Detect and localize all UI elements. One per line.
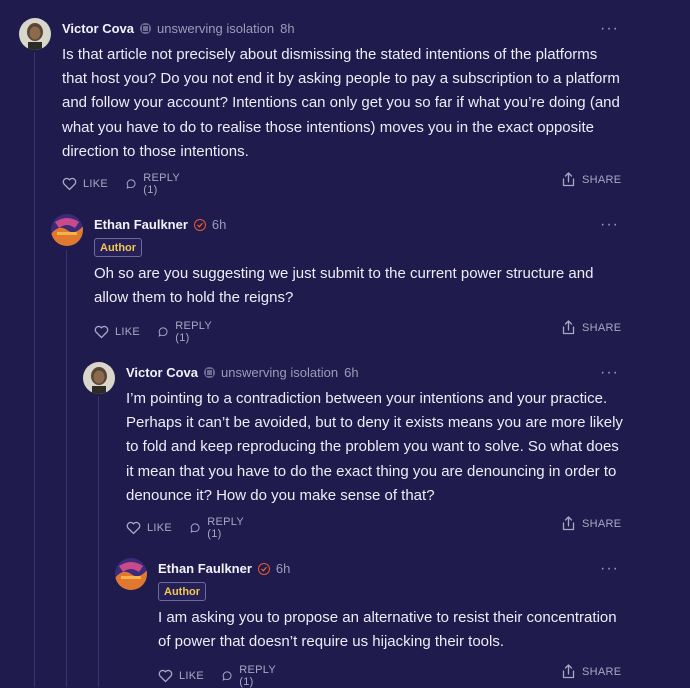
heart-icon [94, 325, 109, 339]
comment-bubble-icon [126, 179, 136, 189]
verified-icon [257, 562, 270, 575]
thread-line [98, 396, 99, 687]
heart-icon [126, 521, 141, 535]
more-dots-icon[interactable]: ··· [600, 365, 619, 381]
like-button[interactable]: LIKE [62, 177, 108, 191]
share-icon [562, 172, 575, 187]
like-label: LIKE [179, 670, 205, 682]
avatar[interactable] [83, 362, 115, 394]
more-dots-icon[interactable]: ··· [600, 217, 619, 233]
share-icon [562, 516, 575, 531]
avatar[interactable] [51, 214, 83, 246]
reply-button[interactable]: REPLY (1) [158, 320, 216, 344]
share-label: SHARE [582, 665, 622, 678]
commenter-handle[interactable]: unswerving isolation [157, 21, 274, 36]
like-button[interactable]: LIKE [126, 521, 172, 535]
like-button[interactable]: LIKE [158, 669, 204, 683]
share-button[interactable]: SHARE [562, 320, 621, 335]
thread-line [34, 52, 35, 687]
share-icon [562, 320, 575, 335]
reply-button[interactable]: REPLY (1) [190, 516, 248, 540]
avatar[interactable] [19, 18, 51, 50]
comment-text: Oh so are you suggesting we just submit … [94, 265, 594, 307]
comment-text: I am asking you to propose an alternativ… [158, 609, 617, 651]
comment-bubble-icon [158, 327, 168, 337]
reply-button[interactable]: REPLY (1) [126, 172, 184, 196]
reply-label: REPLY (1) [175, 320, 212, 344]
thread-line [66, 250, 67, 687]
heart-icon [158, 669, 173, 683]
comment-bubble-icon [190, 523, 200, 533]
author-badge: Author [94, 238, 143, 257]
like-label: LIKE [83, 178, 109, 190]
like-button[interactable]: LIKE [94, 325, 140, 339]
share-button[interactable]: SHARE [562, 516, 621, 531]
share-label: SHARE [582, 321, 622, 334]
like-label: LIKE [147, 522, 173, 534]
share-label: SHARE [582, 173, 622, 186]
avatar[interactable] [115, 558, 147, 590]
share-button[interactable]: SHARE [562, 664, 621, 679]
verified-icon [193, 218, 206, 231]
reply-button[interactable]: REPLY (1) [222, 664, 280, 688]
share-label: SHARE [582, 517, 622, 530]
comment-time[interactable]: 8h [280, 21, 294, 36]
comment-time[interactable]: 6h [276, 561, 290, 576]
comment-bubble-icon [222, 671, 232, 681]
share-icon [562, 664, 575, 679]
more-dots-icon[interactable]: ··· [600, 21, 619, 37]
commenter-name[interactable]: Victor Cova [62, 21, 134, 36]
commenter-name[interactable]: Ethan Faulkner [94, 217, 188, 232]
commenter-name[interactable]: Victor Cova [126, 365, 198, 380]
heart-icon [62, 177, 77, 191]
comment-time[interactable]: 6h [212, 217, 226, 232]
comment-text: I’m pointing to a contradiction between … [126, 390, 623, 504]
share-button[interactable]: SHARE [562, 172, 621, 187]
subscriber-icon [140, 23, 152, 34]
reply-label: REPLY (1) [207, 516, 244, 540]
more-dots-icon[interactable]: ··· [600, 561, 619, 577]
commenter-name[interactable]: Ethan Faulkner [158, 561, 252, 576]
author-badge: Author [158, 582, 207, 601]
reply-label: REPLY (1) [143, 172, 180, 196]
subscriber-icon [204, 367, 216, 378]
comment-text: Is that article not precisely about dism… [62, 46, 620, 160]
comment-time[interactable]: 6h [344, 365, 358, 380]
commenter-handle[interactable]: unswerving isolation [221, 365, 338, 380]
like-label: LIKE [115, 326, 141, 338]
reply-label: REPLY (1) [239, 664, 276, 688]
